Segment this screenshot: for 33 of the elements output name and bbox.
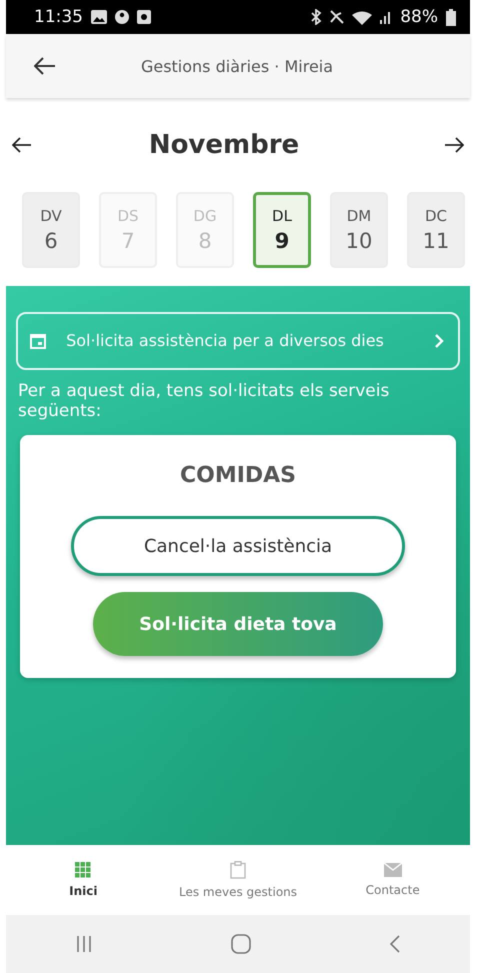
nav-tab[interactable]: Les meves gestions: [160, 845, 316, 915]
back-icon[interactable]: [389, 935, 401, 953]
mail-icon: [384, 863, 402, 877]
day-tab[interactable]: DL 9: [253, 192, 311, 268]
day-tab[interactable]: DM 10: [330, 192, 388, 268]
status-time: 11:35: [34, 7, 83, 27]
home-icon[interactable]: [231, 934, 251, 954]
month-title: Novembre: [148, 130, 300, 160]
app-notification-icon: [137, 10, 151, 24]
grid-icon: [75, 862, 92, 878]
intro-text: Per a aquest dia, tens sol·licitats els serveis següents:: [18, 382, 390, 422]
signal-icon: [380, 10, 392, 24]
battery-level: 88%: [400, 7, 438, 27]
nav-tab[interactable]: Contacte: [315, 845, 470, 915]
next-month-button[interactable]: [444, 137, 464, 153]
image-icon: [91, 10, 107, 24]
back-button[interactable]: [34, 57, 56, 75]
bluetooth-icon: [310, 9, 322, 25]
service-title: COMIDAS: [180, 463, 296, 488]
mute-icon: [330, 10, 344, 24]
day-tab[interactable]: DC 11: [407, 192, 465, 268]
battery-icon: [446, 8, 456, 26]
account-icon: [115, 10, 129, 24]
previous-month-button[interactable]: [12, 137, 32, 153]
day-tab[interactable]: DV 6: [22, 192, 80, 268]
clipboard-icon: [230, 861, 246, 879]
recent-apps-icon[interactable]: [75, 935, 93, 953]
wifi-icon: [352, 10, 372, 24]
nav-tab[interactable]: Inici: [6, 845, 161, 915]
cancel-button[interactable]: Cancel·la assistència: [71, 516, 405, 576]
calendar-icon: [30, 333, 46, 349]
page-title: Gestions diàries · Mireia: [140, 56, 334, 76]
chevron-right-icon: [434, 333, 444, 349]
